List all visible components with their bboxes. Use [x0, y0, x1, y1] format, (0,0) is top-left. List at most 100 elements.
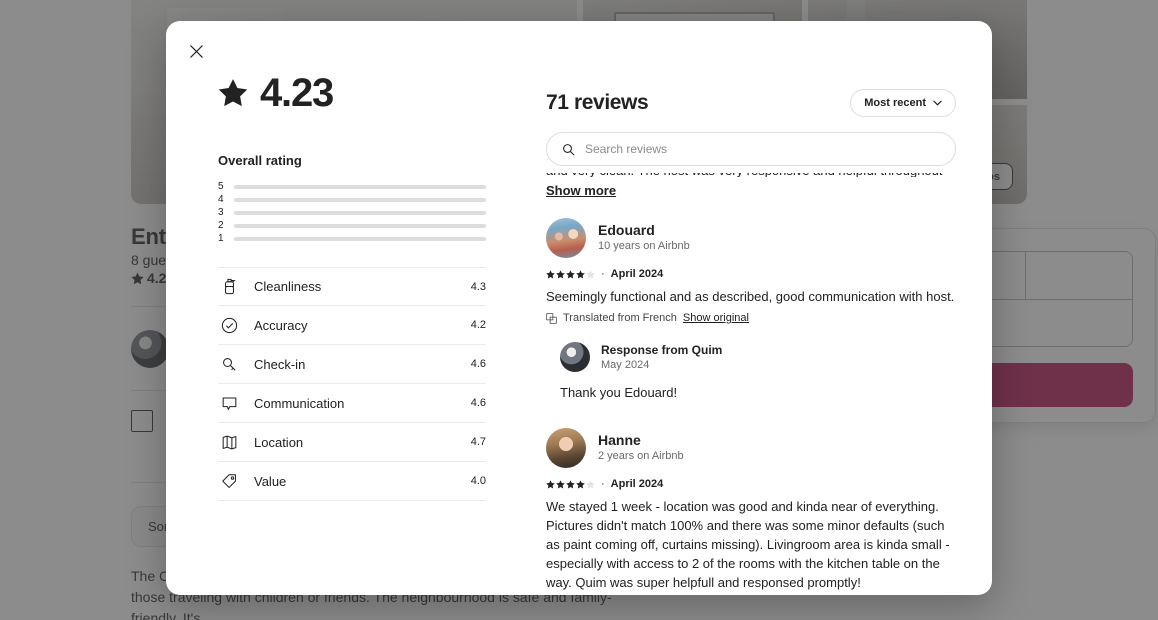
- host-response-title: Response from Quim: [601, 342, 723, 357]
- category-label: Accuracy: [254, 317, 308, 333]
- speech-bubble-icon: [218, 392, 240, 414]
- star-icon: [546, 479, 555, 488]
- host-response-text: Thank you Edouard!: [560, 385, 678, 400]
- review-rating-row: · April 2024: [546, 478, 956, 490]
- overall-rating-label: Overall rating: [218, 153, 302, 168]
- distribution-star-label: 4: [218, 193, 224, 205]
- reviewer-tenure: 2 years on Airbnb: [598, 450, 684, 462]
- distribution-row: 4: [218, 193, 486, 206]
- category-row-communication: Communication 4.6: [218, 384, 486, 423]
- category-row-value: Value 4.0: [218, 462, 486, 501]
- review-text: We stayed 1 week - location was good and…: [546, 499, 950, 590]
- sort-dropdown[interactable]: Most recent: [850, 89, 956, 117]
- reviewer-tenure: 10 years on Airbnb: [598, 240, 690, 252]
- category-value: 4.0: [470, 475, 486, 487]
- distribution-track: [234, 223, 486, 228]
- reviews-header: 71 reviews Most recent: [546, 89, 956, 117]
- host-response: Response from Quim May 2024 Thank you Ed…: [546, 342, 956, 402]
- search-icon: [563, 143, 575, 155]
- category-label: Location: [254, 434, 304, 450]
- tag-icon: [218, 470, 240, 492]
- reviews-count: 71 reviews: [546, 91, 649, 114]
- search-box[interactable]: [546, 132, 956, 166]
- host-response-date: May 2024: [601, 358, 650, 371]
- distribution-row: 2: [218, 219, 486, 232]
- reviewer-name: Hanne: [598, 432, 641, 448]
- overall-score: 4.23: [260, 71, 334, 115]
- clipped-review-text: and very clean. The host was very respon…: [546, 173, 956, 177]
- category-label: Value: [254, 473, 287, 489]
- ratings-summary-panel: 4.23 Overall rating 5 4 3 2 1 Cleanlines…: [166, 21, 516, 595]
- translation-note: Translated from French: [563, 312, 677, 324]
- distribution-star-label: 5: [218, 180, 224, 192]
- star-rating: [546, 269, 595, 279]
- show-original-link[interactable]: Show original: [683, 312, 749, 324]
- separator-dot: ·: [601, 268, 605, 280]
- review-item: Edouard 10 years on Airbnb · April 2024 …: [546, 218, 956, 402]
- star-rating: [546, 479, 595, 489]
- distribution-star-label: 2: [218, 219, 224, 231]
- category-label: Check-in: [254, 356, 306, 372]
- distribution-star-label: 3: [218, 206, 224, 218]
- key-icon: [218, 353, 240, 375]
- review-text: Seemingly functional and as described, g…: [546, 289, 955, 304]
- map-icon: [218, 431, 240, 453]
- category-value: 4.6: [470, 358, 486, 370]
- reviewer-name: Edouard: [598, 222, 655, 238]
- category-row-checkin: Check-in 4.6: [218, 345, 486, 384]
- overall-score-row: 4.23: [218, 73, 486, 113]
- category-value: 4.3: [470, 280, 486, 293]
- rating-distribution: 5 4 3 2 1: [218, 180, 486, 245]
- sort-label: Most recent: [864, 97, 926, 109]
- distribution-row: 1: [218, 232, 486, 245]
- review-date: April 2024: [610, 478, 664, 490]
- category-row-location: Location 4.7: [218, 423, 486, 462]
- star-icon: [586, 269, 595, 278]
- category-row-cleanliness: Cleanliness 4.3: [218, 267, 486, 306]
- star-icon: [546, 269, 555, 278]
- star-icon: [566, 479, 575, 488]
- review-date: April 2024: [610, 268, 664, 280]
- show-more-link[interactable]: Show more: [546, 183, 616, 198]
- category-value: 4.7: [470, 436, 486, 448]
- search-area: [546, 132, 956, 166]
- translate-icon: [546, 312, 557, 324]
- reviews-modal: 4.23 Overall rating 5 4 3 2 1 Cleanlines…: [166, 21, 992, 595]
- star-icon: [576, 479, 585, 488]
- host-response-header: Response from Quim May 2024: [560, 342, 956, 372]
- separator-dot: ·: [601, 478, 605, 490]
- star-icon: [556, 269, 565, 278]
- distribution-track: [234, 210, 486, 215]
- check-circle-icon: [218, 314, 240, 336]
- translation-row: Translated from French Show original: [546, 312, 956, 324]
- star-icon: [218, 79, 248, 107]
- search-input[interactable]: [585, 142, 940, 156]
- distribution-row: 5: [218, 180, 486, 193]
- reviewer-row[interactable]: Edouard 10 years on Airbnb: [546, 218, 956, 258]
- category-label: Cleanliness: [254, 279, 322, 294]
- chevron-down-icon: [933, 100, 942, 106]
- distribution-track: [234, 184, 486, 189]
- host-avatar: [560, 342, 590, 372]
- reviewer-row[interactable]: Hanne 2 years on Airbnb: [546, 428, 956, 468]
- category-ratings: Cleanliness 4.3 Accuracy 4.2 Check-in 4.…: [218, 267, 486, 501]
- star-icon: [566, 269, 575, 278]
- spray-bottle-icon: [218, 276, 240, 298]
- star-icon: [576, 269, 585, 278]
- distribution-row: 3: [218, 206, 486, 219]
- distribution-star-label: 1: [218, 232, 224, 244]
- category-value: 4.6: [470, 397, 486, 409]
- avatar: [546, 428, 586, 468]
- review-rating-row: · April 2024: [546, 268, 956, 280]
- review-item: Hanne 2 years on Airbnb · April 2024 We …: [546, 428, 956, 595]
- star-icon: [556, 479, 565, 488]
- star-icon: [586, 479, 595, 488]
- distribution-track: [234, 197, 486, 202]
- reviews-scroll-region[interactable]: and very clean. The host was very respon…: [546, 173, 970, 595]
- category-row-accuracy: Accuracy 4.2: [218, 306, 486, 345]
- distribution-track: [234, 236, 486, 241]
- category-label: Communication: [254, 395, 345, 411]
- category-value: 4.2: [470, 319, 486, 331]
- screen: ▦ Show all photos Entire rental unit in …: [0, 0, 1158, 620]
- reviews-panel: 71 reviews Most recent Search reviews Sh…: [516, 21, 992, 595]
